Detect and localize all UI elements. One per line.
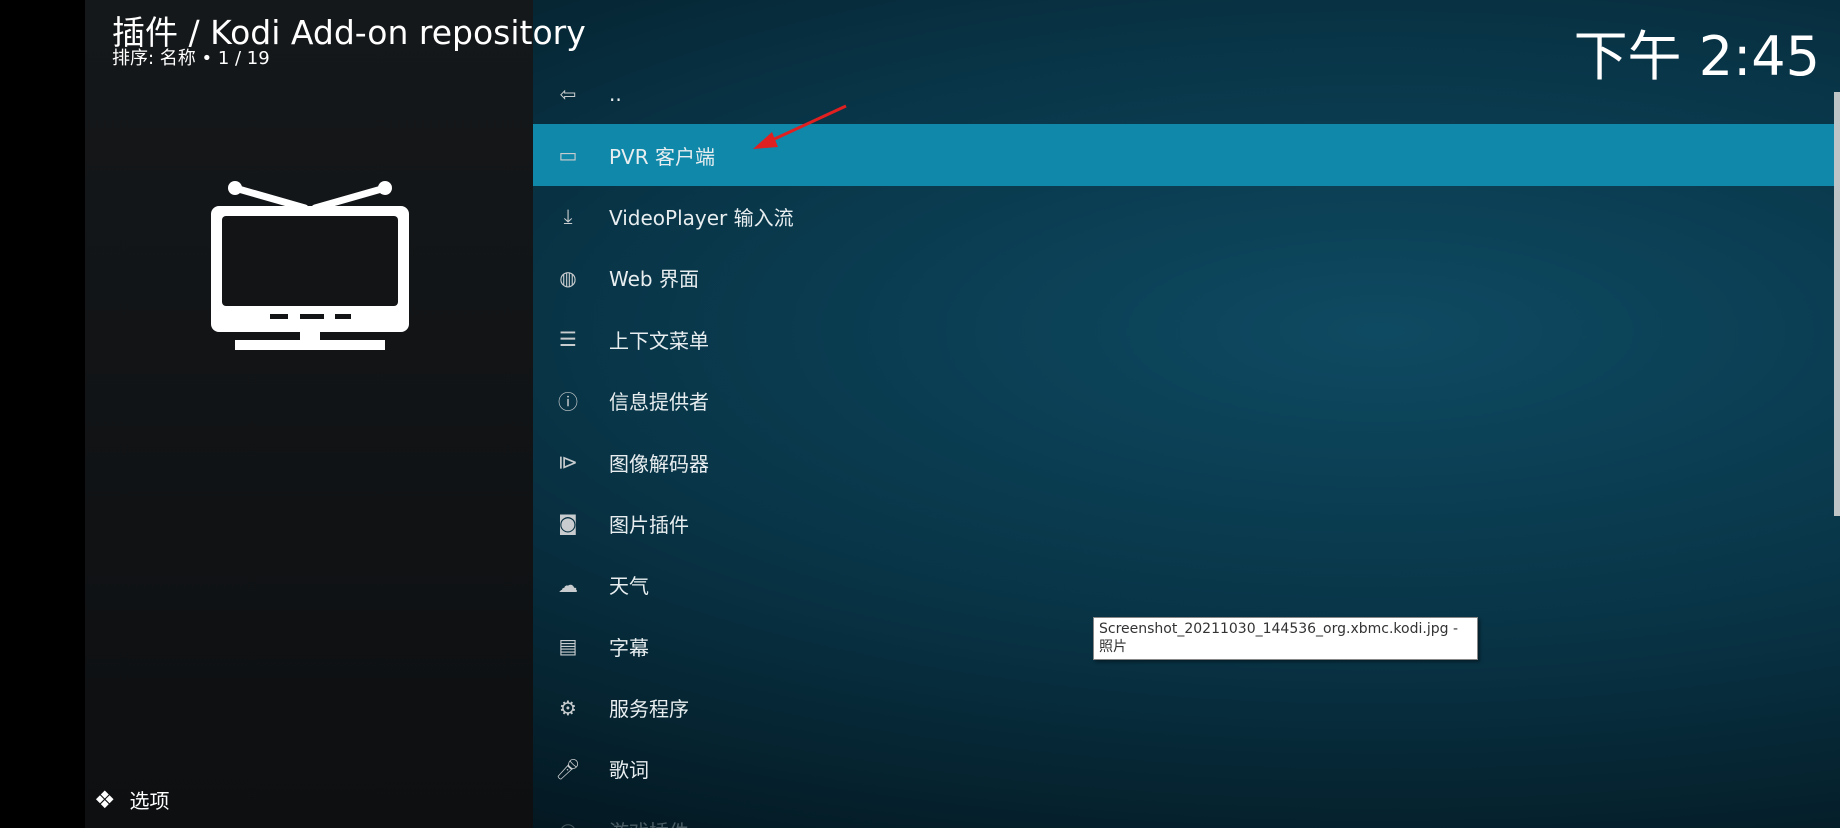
list-item-weather[interactable]: ☁ 天气	[533, 554, 1835, 615]
list-item-label: Web 界面	[609, 267, 699, 292]
download-tray-icon: ⤓	[563, 204, 573, 229]
info-icon: ⓘ	[558, 390, 578, 415]
subtitles-icon: ▤	[558, 634, 578, 659]
gear-icon: ⚙	[559, 695, 577, 720]
kodi-addon-browser: 插件 / Kodi Add-on repository 排序: 名称 • 1 /…	[0, 0, 1840, 828]
list-item-image-decoders[interactable]: ⧐ 图像解码器	[533, 431, 1835, 492]
list-item-lyrics[interactable]: 🎤︎ 歌词	[533, 738, 1835, 799]
pvr-tv-large-icon	[211, 181, 409, 350]
image-decoder-icon: ⧐	[558, 450, 578, 475]
globe-icon: ◍	[559, 265, 577, 290]
microphone-icon: 🎤︎	[555, 756, 581, 781]
list-item-pvr-clients[interactable]: ▭ PVR 客户端	[533, 124, 1835, 186]
list-item-label: VideoPlayer 输入流	[609, 205, 794, 230]
list-item-label: 图片插件	[609, 512, 689, 537]
list-item-context-menus[interactable]: ☰ 上下文菜单	[533, 309, 1835, 370]
list-item-label: 字幕	[609, 635, 649, 660]
list-item-label: 天气	[609, 574, 649, 599]
list-item-web-interface[interactable]: ◍ Web 界面	[533, 247, 1835, 308]
camera-icon: ◙	[558, 511, 578, 536]
folder-back-icon: ⇦	[559, 81, 577, 106]
weather-icon: ☁	[558, 572, 578, 597]
list-item-services[interactable]: ⚙ 服务程序	[533, 677, 1835, 738]
list-item-picture-addons[interactable]: ◙ 图片插件	[533, 493, 1835, 554]
addon-category-list: ⇦.. ▭ PVR 客户端 ⤓ VideoPlayer 输入流 ◍ Web 界面 ☰ 上…	[533, 63, 1835, 828]
sort-info: 排序: 名称 • 1 / 19	[112, 48, 270, 69]
tv-icon: ▭	[558, 143, 578, 168]
list-item-label: ..	[609, 81, 622, 106]
info-panel	[85, 0, 533, 828]
left-black-bar	[0, 0, 85, 828]
file-tooltip: Screenshot_20211030_144536_org.xbmc.kodi…	[1093, 617, 1478, 660]
context-menu-icon: ☰	[559, 327, 577, 352]
list-item-label: 游戏插件	[609, 816, 689, 828]
gamepad-icon: ◎	[553, 815, 583, 828]
list-item-label: 图像解码器	[609, 451, 709, 476]
list-item-label: PVR 客户端	[609, 144, 715, 169]
list-scrollbar[interactable]	[1834, 92, 1840, 516]
options-label: 选项	[129, 789, 170, 813]
list-item-videoplayer-inputstream[interactable]: ⤓ VideoPlayer 输入流	[533, 186, 1835, 247]
options-icon: ❖	[94, 785, 116, 814]
list-item-label: 信息提供者	[609, 390, 709, 415]
list-item-label: 服务程序	[609, 697, 689, 722]
list-item-info-providers[interactable]: ⓘ 信息提供者	[533, 370, 1835, 431]
list-item-game-addons[interactable]: ◎ 游戏插件	[533, 800, 1835, 828]
list-item-parent[interactable]: ⇦..	[533, 63, 1835, 124]
list-item-label: 上下文菜单	[609, 328, 709, 353]
options-button[interactable]: ❖ 选项	[94, 785, 170, 814]
list-item-label: 歌词	[609, 758, 649, 783]
